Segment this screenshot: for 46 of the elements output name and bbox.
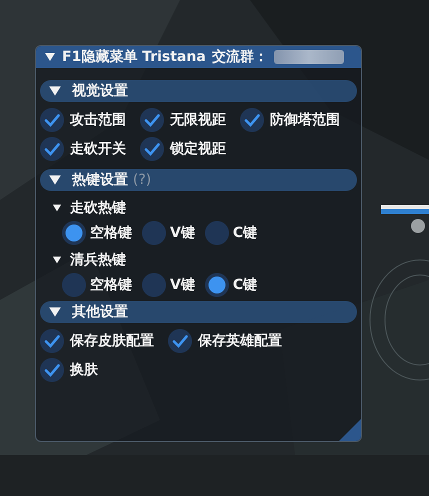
section-header[interactable]: 热键设置 (?) (40, 169, 357, 191)
checkbox-label: 保存皮肤配置 (70, 332, 154, 350)
group-title: 走砍热键 (70, 199, 126, 217)
caret-icon[interactable] (44, 51, 56, 63)
checkbox-label: 换肤 (70, 361, 98, 379)
window-title: F1隐藏菜单 Tristana (62, 48, 206, 66)
checkbox[interactable] (168, 329, 192, 353)
checkbox-label: 锁定视距 (170, 140, 226, 158)
radio-button[interactable] (142, 221, 166, 245)
radio-button[interactable] (62, 221, 86, 245)
checkbox[interactable] (40, 358, 64, 382)
checkbox[interactable] (140, 137, 164, 161)
radio-button[interactable] (204, 221, 229, 245)
radio-label: C键 (232, 224, 258, 242)
section-title: 其他设置 (72, 303, 128, 321)
section-title: 视觉设置 (72, 82, 128, 100)
checkbox-label: 保存英雄配置 (198, 332, 282, 350)
checkbox[interactable] (240, 108, 264, 132)
section-header[interactable]: 其他设置 (40, 301, 357, 323)
checkbox[interactable] (40, 108, 64, 132)
caret-icon[interactable] (48, 173, 62, 187)
radio-label: 空格键 (90, 224, 132, 242)
caret-icon[interactable] (52, 255, 62, 265)
redaction-mark (274, 50, 344, 64)
caret-icon[interactable] (48, 84, 62, 98)
radio-label: V键 (170, 276, 195, 294)
checkbox-label: 走砍开关 (70, 140, 126, 158)
caret-icon[interactable] (52, 203, 62, 213)
checkbox[interactable] (140, 108, 164, 132)
radio-label: V键 (170, 224, 195, 242)
radio-label: 空格键 (90, 276, 132, 294)
resize-grip[interactable] (339, 419, 361, 441)
section-title: 热键设置 (?) (72, 171, 152, 189)
checkbox-label: 防御塔范围 (270, 111, 340, 129)
checkbox-label: 攻击范围 (70, 111, 126, 129)
radio-button[interactable] (142, 273, 166, 297)
group-title: 清兵热键 (70, 251, 126, 269)
checkbox[interactable] (40, 137, 64, 161)
section-header[interactable]: 视觉设置 (40, 80, 357, 102)
caret-icon[interactable] (48, 305, 62, 319)
checkbox-label: 无限视距 (170, 111, 226, 129)
radio-button[interactable] (204, 273, 229, 297)
radio-label: C键 (232, 276, 258, 294)
group-label: 交流群： (212, 48, 268, 66)
radio-button[interactable] (62, 273, 86, 297)
checkbox[interactable] (40, 329, 64, 353)
